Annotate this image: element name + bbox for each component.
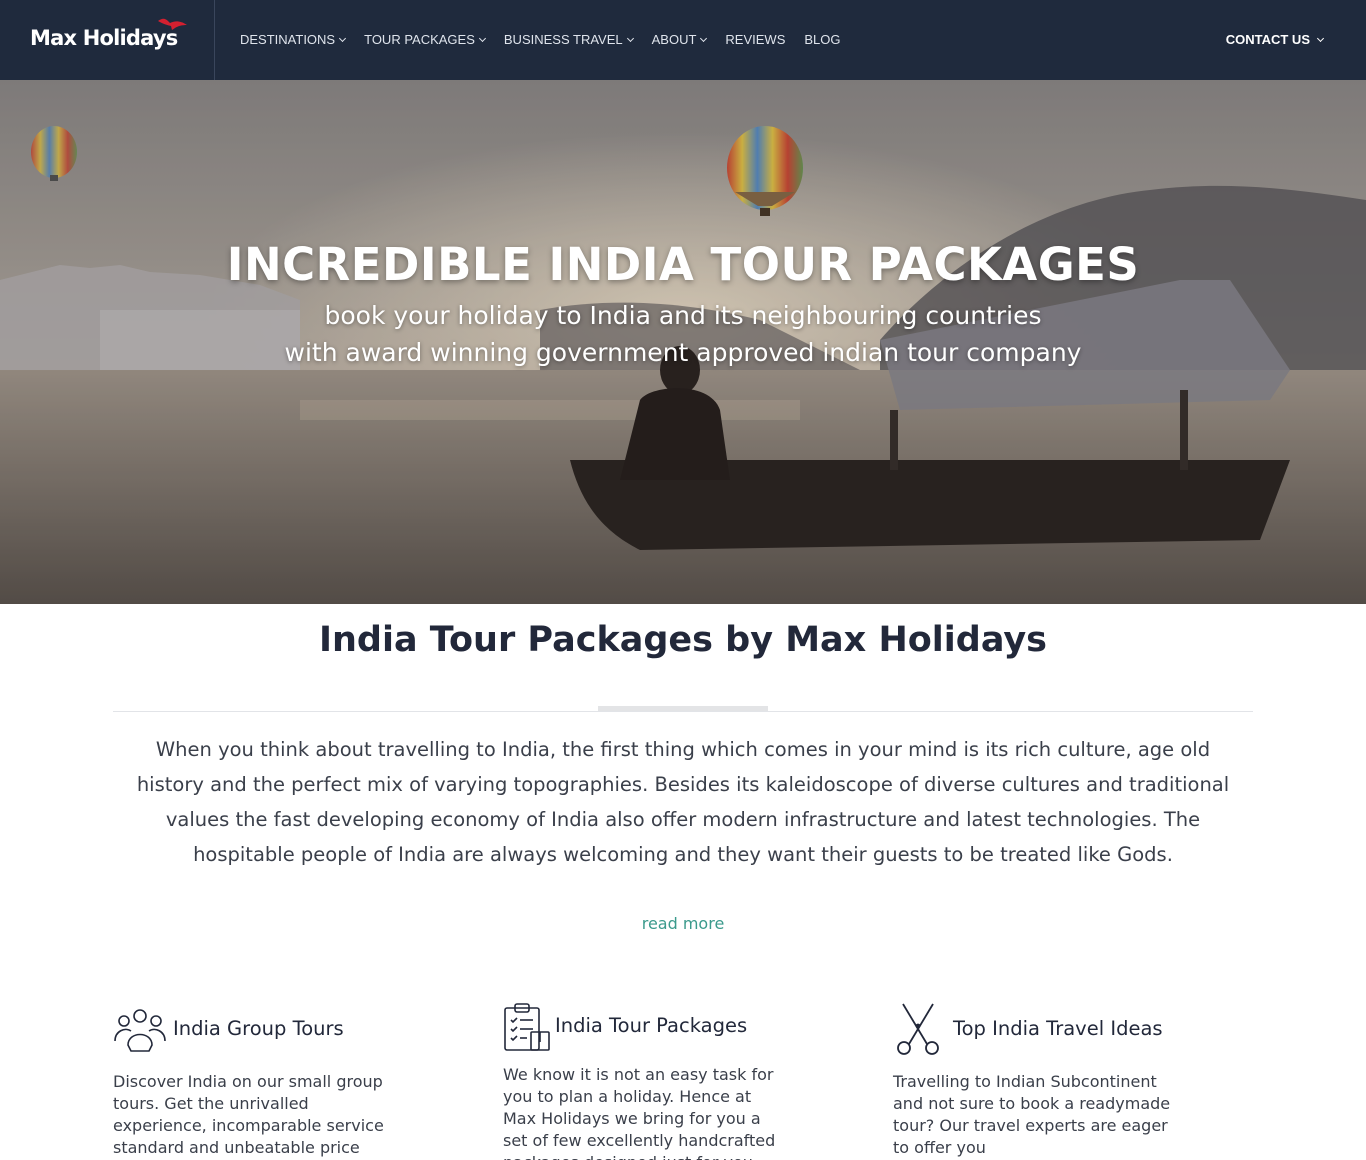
feature-text: We know it is not an easy task for you t… [503, 1065, 776, 1160]
hero-subtitle-line2: with award winning government approved i… [284, 338, 1082, 367]
menu-label: BLOG [804, 32, 841, 47]
read-more-link[interactable]: read more [0, 914, 1366, 933]
feature-tour-packages[interactable]: India Tour Packages We know it is not an… [503, 1002, 833, 1160]
hero-subtitle-line1: book your holiday to India and its neigh… [324, 301, 1042, 330]
menu-label: REVIEWS [725, 32, 786, 47]
menu-item-about[interactable]: ABOUT [651, 32, 708, 47]
contact-us-button[interactable]: CONTACT US [1225, 32, 1325, 47]
feature-text: Discover India on our small group tours.… [113, 1072, 384, 1157]
hero-banner: INCREDIBLE INDIA TOUR PACKAGES book your… [0, 80, 1366, 604]
menu-item-blog[interactable]: BLOG [804, 32, 840, 47]
menu-item-tour-packages[interactable]: TOUR PACKAGES [364, 32, 486, 47]
feature-travel-ideas[interactable]: Top India Travel Ideas Travelling to Ind… [893, 1002, 1223, 1160]
chevron-down-icon [478, 34, 486, 42]
top-navbar: Max Holidays DESTINATIONS TOUR PACKAGES … [0, 0, 1366, 80]
feature-title[interactable]: Top India Travel Ideas [953, 1017, 1163, 1040]
main-menu: DESTINATIONS TOUR PACKAGES BUSINESS TRAV… [240, 32, 860, 47]
hero-title: INCREDIBLE INDIA TOUR PACKAGES [226, 238, 1140, 291]
menu-label: TOUR PACKAGES [364, 32, 475, 47]
section-divider-accent [598, 706, 768, 711]
menu-label: DESTINATIONS [240, 32, 336, 47]
feature-title[interactable]: India Group Tours [173, 1017, 344, 1040]
clipboard-checklist-icon [504, 1003, 550, 1051]
chevron-down-icon [626, 34, 634, 42]
menu-item-reviews[interactable]: REVIEWS [725, 32, 785, 47]
menu-label: ABOUT [651, 32, 697, 47]
logo-container[interactable]: Max Holidays [0, 0, 215, 80]
menu-item-business-travel[interactable]: BUSINESS TRAVEL [503, 32, 634, 47]
contact-label: CONTACT US [1225, 32, 1310, 47]
group-people-icon [114, 1009, 166, 1052]
chevron-down-icon [700, 34, 708, 42]
scissors-icon [897, 1003, 939, 1055]
feature-title[interactable]: India Tour Packages [555, 1014, 747, 1037]
bird-logo-icon [158, 18, 187, 30]
page-title: India Tour Packages by Max Holidays [318, 620, 1048, 660]
feature-text: Travelling to Indian Subcontinent and no… [893, 1072, 1171, 1157]
menu-item-destinations[interactable]: DESTINATIONS [240, 32, 347, 47]
chevron-down-icon [339, 34, 347, 42]
menu-label: BUSINESS TRAVEL [503, 32, 623, 47]
section-divider [113, 711, 1253, 712]
intro-paragraph: When you think about travelling to India… [136, 738, 1230, 866]
feature-group-tours[interactable]: India Group Tours Discover India on our … [113, 1005, 443, 1160]
chevron-down-icon [1316, 34, 1325, 42]
